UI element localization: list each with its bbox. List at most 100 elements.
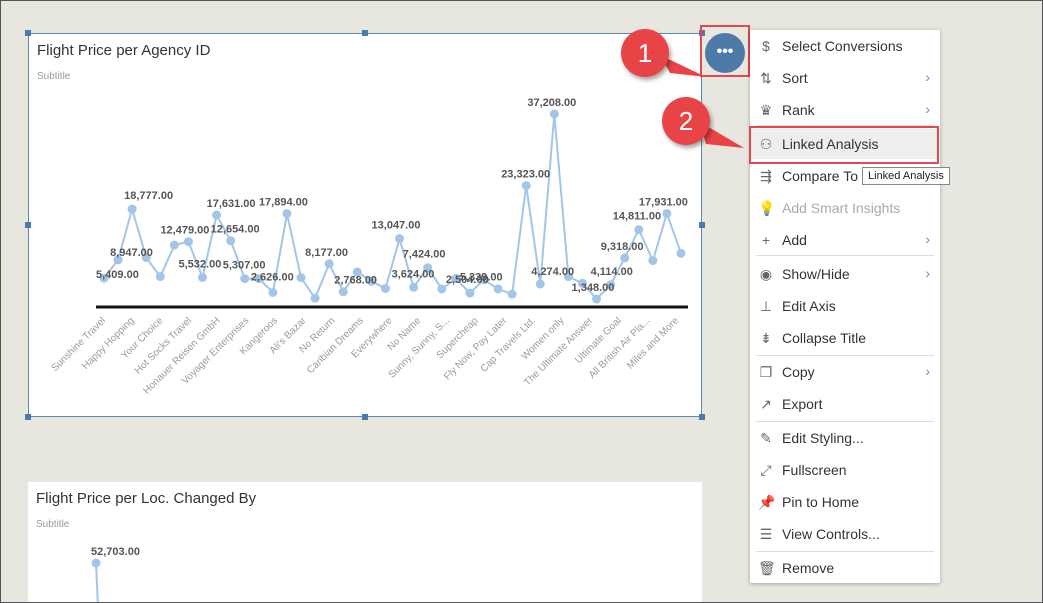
pin-icon: 📌: [758, 494, 776, 510]
data-label: 14,811.00: [613, 211, 661, 223]
resize-handle[interactable]: [362, 414, 368, 420]
collapse-icon: ⇟: [760, 330, 772, 346]
menu-item-add-smart-insights[interactable]: 💡 Add Smart Insights: [750, 193, 940, 223]
menu-divider: [756, 255, 934, 256]
paint-icon: ✎: [760, 430, 772, 446]
data-point: [507, 289, 517, 299]
data-point: [395, 234, 405, 244]
data-point: [549, 109, 559, 119]
menu-item-add[interactable]: + Add ›: [750, 225, 940, 255]
data-point: [226, 236, 236, 246]
data-label: 2,626.00: [251, 271, 294, 283]
data-label: 8,177.00: [305, 247, 348, 259]
data-point: [240, 274, 250, 284]
data-point: [521, 181, 531, 191]
data-label: 13,047.00: [372, 220, 421, 232]
data-point: [127, 204, 137, 214]
data-label: 5,409.00: [96, 269, 139, 281]
category-label: Miles and More: [625, 315, 681, 371]
data-point: [155, 272, 165, 282]
lightbulb-icon: 💡: [758, 200, 776, 216]
chevron-right-icon: ›: [925, 231, 930, 247]
eye-icon: ◉: [759, 266, 773, 282]
data-point: [662, 208, 672, 218]
resize-handle[interactable]: [362, 30, 368, 36]
compare-icon: ⇶: [760, 168, 772, 184]
menu-item-edit-axis[interactable]: ⊥ Edit Axis: [750, 291, 940, 321]
menu-item-view-controls[interactable]: ☰ View Controls...: [750, 519, 940, 549]
menu-item-fullscreen[interactable]: ⤢ Fullscreen: [750, 455, 940, 485]
data-label: 37,208.00: [527, 97, 576, 109]
data-point: [268, 287, 278, 297]
data-point: [310, 293, 320, 303]
data-label: 23,323.00: [501, 169, 550, 181]
more-actions-button[interactable]: •••: [705, 33, 745, 73]
line-chart-agency: 5,409.00 8,947.00 18,777.00 12,479.00 5,532.…: [50, 97, 688, 397]
axis-icon: ⊥: [759, 298, 773, 314]
data-point: [535, 279, 545, 289]
menu-item-rank[interactable]: ♛ Rank ›: [750, 95, 940, 125]
data-label: 12,479.00: [160, 225, 209, 237]
menu-item-collapse-title[interactable]: ⇟ Collapse Title: [750, 323, 940, 353]
fullscreen-icon: ⤢: [760, 462, 772, 478]
data-point: [198, 272, 208, 282]
data-point: [409, 282, 419, 292]
data-point: [620, 253, 630, 263]
sort-icon: ⇅: [760, 70, 772, 86]
chevron-right-icon: ›: [925, 265, 930, 281]
plus-icon: +: [761, 232, 771, 248]
menu-divider: [756, 551, 934, 552]
menu-item-pin-to-home[interactable]: 📌 Pin to Home: [750, 487, 940, 517]
copy-icon: ❐: [759, 364, 773, 380]
menu-item-edit-styling[interactable]: ✎ Edit Styling...: [750, 423, 940, 453]
line-chart-loc-changed: 52,703.00: [91, 546, 140, 603]
data-label: 17,631.00: [207, 198, 256, 210]
export-icon: ↗: [760, 396, 772, 412]
data-label: 1,348.00: [572, 282, 615, 294]
currency-icon: $: [762, 38, 770, 54]
resize-handle[interactable]: [25, 222, 31, 228]
resize-handle[interactable]: [699, 414, 705, 420]
series-line: [95, 562, 99, 603]
chart-card-loc-changed[interactable]: Flight Price per Loc. Changed By Subtitl…: [28, 482, 702, 603]
data-point: [338, 287, 348, 297]
data-point: [183, 237, 193, 247]
menu-item-remove[interactable]: 🗑 Remove: [750, 553, 940, 583]
data-label: 5,307.00: [223, 260, 266, 272]
resize-handle[interactable]: [25, 30, 31, 36]
data-label: 2,504.00: [446, 274, 489, 286]
resize-handle[interactable]: [699, 222, 705, 228]
data-label: 17,894.00: [259, 197, 308, 209]
data-label: 12,654.00: [211, 224, 260, 236]
data-point: [634, 225, 644, 235]
data-label: 18,777.00: [124, 190, 173, 202]
chevron-right-icon: ›: [925, 69, 930, 85]
highlight-linked-analysis: [749, 126, 939, 164]
menu-item-export[interactable]: ↗ Export: [750, 389, 940, 419]
chevron-right-icon: ›: [925, 101, 930, 117]
menu-item-show-hide[interactable]: ◉ Show/Hide ›: [750, 259, 940, 289]
menu-divider: [756, 421, 934, 422]
data-label: 3,624.00: [392, 268, 435, 280]
data-point: [296, 273, 306, 283]
data-point: [380, 283, 390, 293]
data-label: 5,532.00: [179, 258, 222, 270]
menu-divider: [756, 355, 934, 356]
chart-card-agency[interactable]: Flight Price per Agency ID Subtitle 5,40…: [28, 33, 702, 417]
data-point: [169, 240, 179, 250]
data-point: [282, 209, 292, 219]
data-label: 7,424.00: [403, 249, 446, 261]
data-label: 9,318.00: [601, 241, 644, 253]
resize-handle[interactable]: [25, 414, 31, 420]
data-point: [437, 284, 447, 294]
menu-item-select-conversions[interactable]: $ Select Conversions: [750, 31, 940, 61]
data-point: [648, 256, 658, 266]
chevron-right-icon: ›: [925, 363, 930, 379]
data-point: [324, 259, 334, 269]
menu-item-sort[interactable]: ⇅ Sort ›: [750, 63, 940, 93]
data-point: [676, 248, 686, 258]
data-point: [493, 284, 503, 294]
data-point: [91, 558, 101, 568]
menu-item-copy[interactable]: ❐ Copy ›: [750, 357, 940, 387]
trash-icon: 🗑: [758, 560, 776, 576]
